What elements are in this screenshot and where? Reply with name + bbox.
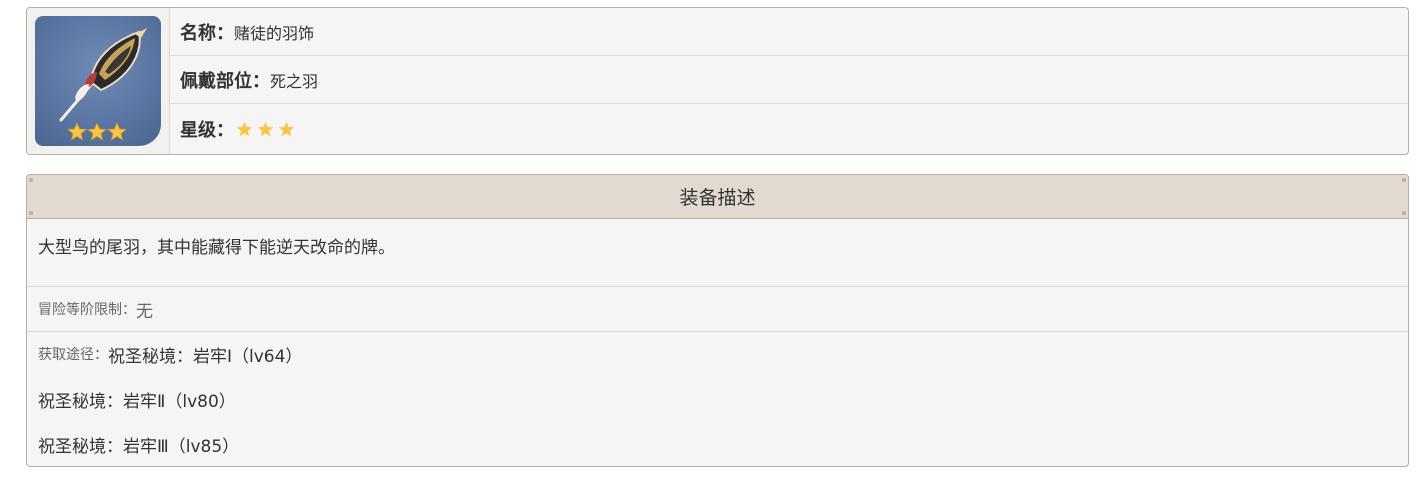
star-icon bbox=[236, 121, 253, 136]
description-card: 装备描述 大型鸟的尾羽，其中能藏得下能逆天改命的牌。 冒险等阶限制： 无 获取途… bbox=[26, 174, 1409, 467]
limit-label: 冒险等阶限制： bbox=[38, 302, 136, 318]
corner-decoration bbox=[29, 178, 33, 182]
rarity-label: 星级： bbox=[180, 120, 234, 141]
name-row: 名称： 赌徒的羽饰 bbox=[170, 8, 1408, 56]
item-info-card: 名称： 赌徒的羽饰 佩戴部位： 死之羽 星级： bbox=[26, 7, 1409, 155]
star-icon bbox=[278, 121, 295, 136]
slot-value: 死之羽 bbox=[270, 71, 319, 91]
source-line: 获取途径： 祝圣秘境：岩牢Ⅰ（lv64） bbox=[38, 342, 1408, 387]
source-item[interactable]: 祝圣秘境：岩牢Ⅰ（lv64） bbox=[108, 342, 302, 367]
name-value: 赌徒的羽饰 bbox=[234, 23, 315, 43]
description-text: 大型鸟的尾羽，其中能藏得下能逆天改命的牌。 bbox=[27, 219, 1408, 287]
source-item[interactable]: 祝圣秘境：岩牢Ⅲ（lv85） bbox=[38, 432, 239, 457]
adventure-rank-limit: 冒险等阶限制： 无 bbox=[27, 287, 1408, 332]
source-line: 祝圣秘境：岩牢Ⅱ（lv80） bbox=[38, 387, 1408, 432]
corner-decoration bbox=[1402, 178, 1406, 182]
corner-decoration bbox=[29, 211, 33, 215]
description-title: 装备描述 bbox=[679, 187, 756, 209]
rarity-stars bbox=[236, 121, 295, 138]
description-header: 装备描述 bbox=[27, 175, 1408, 219]
feather-icon bbox=[35, 16, 161, 146]
name-label: 名称： bbox=[180, 22, 234, 44]
corner-decoration bbox=[1402, 211, 1406, 215]
slot-label: 佩戴部位： bbox=[180, 70, 270, 92]
slot-row: 佩戴部位： 死之羽 bbox=[170, 56, 1408, 104]
source-line: 祝圣秘境：岩牢Ⅲ（lv85） bbox=[38, 432, 1408, 466]
source-label: 获取途径： bbox=[38, 347, 108, 363]
item-icon-cell bbox=[27, 8, 170, 154]
source-item[interactable]: 祝圣秘境：岩牢Ⅱ（lv80） bbox=[38, 387, 236, 412]
rarity-row: 星级： bbox=[170, 104, 1408, 154]
star-icon bbox=[257, 121, 274, 136]
source-area: 获取途径： 祝圣秘境：岩牢Ⅰ（lv64） 祝圣秘境：岩牢Ⅱ（lv80） 祝圣秘境… bbox=[27, 332, 1408, 466]
item-info-rows: 名称： 赌徒的羽饰 佩戴部位： 死之羽 星级： bbox=[170, 8, 1408, 154]
limit-value: 无 bbox=[136, 301, 153, 322]
